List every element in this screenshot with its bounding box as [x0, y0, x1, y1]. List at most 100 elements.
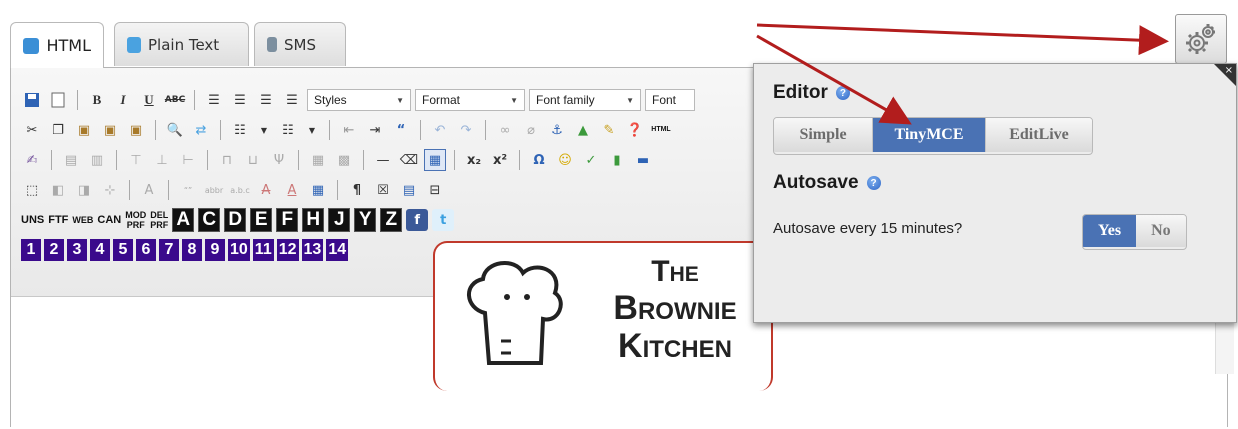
paste-word-icon[interactable]: ▣: [125, 119, 147, 141]
cleanup-icon[interactable]: ✎: [598, 119, 620, 141]
number-button-13[interactable]: 13: [301, 239, 324, 261]
edit-icon[interactable]: ✍: [21, 149, 43, 171]
table-cell-props-icon[interactable]: ▥: [86, 149, 108, 171]
indent-icon[interactable]: ⇥: [364, 119, 386, 141]
number-button-11[interactable]: 11: [252, 239, 274, 261]
tab-plain-text[interactable]: Plain Text: [114, 22, 249, 66]
page-break-icon[interactable]: ⊟: [424, 179, 446, 201]
move-forward-icon[interactable]: ◧: [47, 179, 69, 201]
chevron-down-icon[interactable]: ▼: [303, 119, 321, 141]
twitter-icon[interactable]: t: [432, 209, 455, 231]
attributes-icon[interactable]: ▦: [307, 179, 329, 201]
ftf-button[interactable]: FTF: [48, 215, 68, 226]
replace-icon[interactable]: ⇄: [190, 119, 212, 141]
number-button-12[interactable]: 12: [276, 239, 299, 261]
del-icon[interactable]: A: [255, 179, 277, 201]
paste-icon[interactable]: ▣: [73, 119, 95, 141]
font-family-dropdown[interactable]: Font family ▼: [529, 89, 641, 111]
abbr-icon[interactable]: abbr: [203, 179, 225, 201]
help-icon[interactable]: ❓: [624, 119, 646, 141]
font-size-dropdown[interactable]: Font: [645, 89, 695, 111]
del-prf-button[interactable]: DEL PRF: [150, 210, 168, 230]
bold-icon[interactable]: B: [86, 89, 108, 111]
letter-button-z[interactable]: Z: [380, 208, 403, 232]
visual-aid-icon[interactable]: ▦: [424, 149, 446, 171]
superscript-icon[interactable]: x²: [489, 149, 511, 171]
acronym-icon[interactable]: a.b.c: [229, 179, 251, 201]
subscript-icon[interactable]: x₂: [463, 149, 485, 171]
cut-icon[interactable]: ✂: [21, 119, 43, 141]
number-button-5[interactable]: 5: [113, 239, 133, 261]
close-button[interactable]: ×: [1214, 64, 1236, 86]
styles-dropdown[interactable]: Styles ▼: [307, 89, 411, 111]
letter-button-y[interactable]: Y: [354, 208, 377, 232]
number-button-9[interactable]: 9: [205, 239, 225, 261]
absolute-icon[interactable]: ⊹: [99, 179, 121, 201]
cite-icon[interactable]: “”: [177, 179, 199, 201]
number-button-14[interactable]: 14: [326, 239, 349, 261]
spellcheck-icon[interactable]: ✓: [580, 149, 602, 171]
visual-chars-icon[interactable]: ¶: [346, 179, 368, 201]
editor-option-simple[interactable]: Simple: [774, 118, 873, 152]
redo-icon[interactable]: ↷: [455, 119, 477, 141]
media-icon[interactable]: ▮: [606, 149, 628, 171]
editor-option-editlive[interactable]: EditLive: [986, 118, 1092, 152]
delete-row-icon[interactable]: ⊢: [177, 149, 199, 171]
numbered-list-icon[interactable]: ☷: [277, 119, 299, 141]
letter-button-h[interactable]: H: [302, 208, 325, 232]
letter-button-f[interactable]: F: [276, 208, 299, 232]
editor-option-tinymce[interactable]: TinyMCE: [873, 118, 986, 152]
row-before-icon[interactable]: ⊤: [125, 149, 147, 171]
col-after-icon[interactable]: ⊔: [242, 149, 264, 171]
number-button-7[interactable]: 7: [159, 239, 179, 261]
horizontal-rule-icon[interactable]: —: [372, 149, 394, 171]
autosave-yes-button[interactable]: Yes: [1083, 215, 1137, 247]
number-button-2[interactable]: 2: [44, 239, 64, 261]
ins-icon[interactable]: A: [281, 179, 303, 201]
unlink-icon[interactable]: ⌀: [520, 119, 542, 141]
merge-cells-icon[interactable]: ▩: [333, 149, 355, 171]
emoticon-icon[interactable]: ☺: [554, 149, 576, 171]
can-button[interactable]: CAN: [97, 215, 121, 226]
col-before-icon[interactable]: ⊓: [216, 149, 238, 171]
letter-button-c[interactable]: C: [198, 208, 221, 232]
outdent-icon[interactable]: ⇤: [338, 119, 360, 141]
remove-format-icon[interactable]: ⌫: [398, 149, 420, 171]
chevron-down-icon[interactable]: ▼: [255, 119, 273, 141]
link-icon[interactable]: ∞: [494, 119, 516, 141]
non-breaking-icon[interactable]: ☒: [372, 179, 394, 201]
insert-layer-icon[interactable]: ⬚: [21, 179, 43, 201]
strikethrough-icon[interactable]: ABC: [164, 89, 186, 111]
number-button-3[interactable]: 3: [67, 239, 87, 261]
letter-button-a[interactable]: A: [172, 208, 195, 232]
row-after-icon[interactable]: ⊥: [151, 149, 173, 171]
html-source-icon[interactable]: HTML: [650, 119, 672, 141]
help-icon[interactable]: ?: [866, 176, 881, 190]
letter-button-e[interactable]: E: [250, 208, 273, 232]
help-icon[interactable]: ?: [835, 86, 850, 100]
number-button-8[interactable]: 8: [182, 239, 202, 261]
uns-button[interactable]: UNS: [21, 215, 44, 226]
tab-html[interactable]: HTML: [10, 22, 104, 68]
blockquote-icon[interactable]: “: [390, 119, 412, 141]
align-right-icon[interactable]: ☰: [255, 89, 277, 111]
number-button-10[interactable]: 10: [228, 239, 250, 261]
facebook-icon[interactable]: f: [406, 209, 429, 231]
number-button-6[interactable]: 6: [136, 239, 156, 261]
template-icon[interactable]: ▤: [398, 179, 420, 201]
settings-button[interactable]: [1175, 14, 1227, 64]
delete-col-icon[interactable]: Ψ: [268, 149, 290, 171]
mod-prf-button[interactable]: MOD PRF: [125, 210, 146, 230]
copy-icon[interactable]: ❐: [47, 119, 69, 141]
anchor-icon[interactable]: ⚓: [546, 119, 568, 141]
format-dropdown[interactable]: Format ▼: [415, 89, 525, 111]
number-button-1[interactable]: 1: [21, 239, 41, 261]
align-left-icon[interactable]: ☰: [203, 89, 225, 111]
undo-icon[interactable]: ↶: [429, 119, 451, 141]
move-backward-icon[interactable]: ◨: [73, 179, 95, 201]
image-icon[interactable]: ▲: [572, 119, 594, 141]
underline-icon[interactable]: U: [138, 89, 160, 111]
bullet-list-icon[interactable]: ☷: [229, 119, 251, 141]
save-icon[interactable]: [21, 89, 43, 111]
autosave-no-button[interactable]: No: [1136, 215, 1186, 247]
